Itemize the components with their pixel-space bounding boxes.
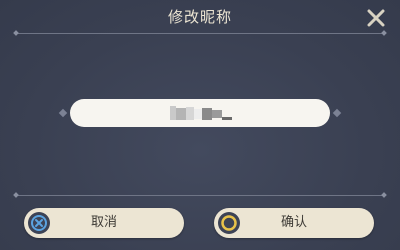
dialog-title: 修改昵称 (167, 8, 232, 26)
cancel-label: 取消 (90, 215, 117, 230)
nickname-input[interactable] (70, 99, 330, 127)
cancel-button[interactable]: 取消 (24, 208, 184, 238)
close-button[interactable] (366, 8, 386, 28)
close-icon (366, 8, 386, 28)
confirm-button[interactable]: 确认 (214, 208, 374, 238)
top-divider (16, 33, 384, 34)
nickname-field-wrapper (70, 99, 330, 127)
nickname-dialog: 修改昵称 取消 确认 (0, 0, 400, 250)
bottom-divider (16, 195, 384, 196)
confirm-label: 确认 (280, 215, 307, 230)
